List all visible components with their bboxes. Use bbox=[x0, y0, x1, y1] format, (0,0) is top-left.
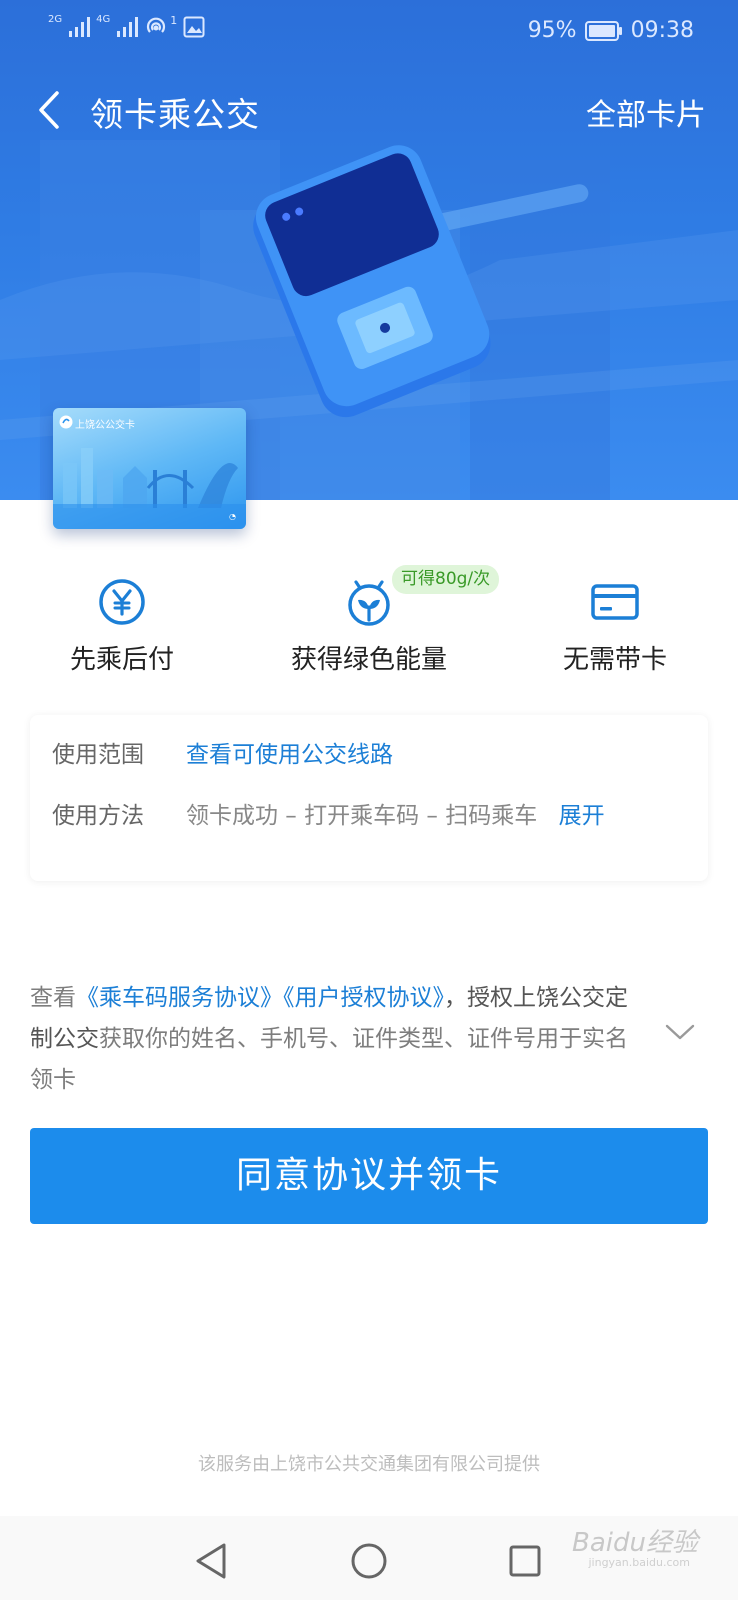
view-bus-routes-link[interactable]: 查看可使用公交线路 bbox=[186, 735, 393, 769]
hotspot-icon bbox=[147, 17, 166, 33]
status-left: 2G 4G 1 bbox=[48, 14, 205, 38]
energy-badge: 可得80g/次 bbox=[392, 565, 500, 594]
agreement-suffix: 获取你的姓名、手机号、证件类型、证件号用于实名领卡 bbox=[30, 1026, 628, 1093]
back-button[interactable] bbox=[28, 86, 68, 134]
bus-card-brand: ◔ bbox=[229, 512, 236, 521]
usage-method-label: 使用方法 bbox=[52, 803, 144, 829]
square-recents-icon bbox=[509, 1545, 541, 1577]
baidu-watermark-url: jingyan.baidu.com bbox=[588, 1556, 690, 1569]
sprout-icon bbox=[348, 580, 390, 626]
nav-bar: 领卡乘公交 全部卡片 bbox=[0, 80, 738, 140]
service-provider-note: 该服务由上饶市公共交通集团有限公司提供 bbox=[198, 1454, 540, 1475]
agree-and-claim-button[interactable]: 同意协议并领卡 bbox=[30, 1128, 708, 1224]
back-arrow-icon bbox=[39, 91, 59, 129]
feature-label: 获得绿色能量 bbox=[290, 645, 447, 675]
screen: 2G 4G 1 95% 09:38 领卡乘公交 全部卡片 上饶公公交卡 ◔ 先乘… bbox=[0, 0, 738, 1600]
credit-card-icon bbox=[591, 584, 639, 620]
chevron-down-icon bbox=[665, 1024, 695, 1040]
signal-icon bbox=[117, 17, 139, 37]
feature-pay-later: 先乘后付 bbox=[22, 575, 222, 676]
circle-home-icon bbox=[351, 1543, 387, 1579]
network-2g-label: 2G bbox=[48, 14, 63, 25]
usage-info-card: 使用范围 查看可使用公交线路 使用方法 领卡成功 – 打开乘车码 – 扫码乘车 … bbox=[30, 715, 708, 881]
battery-icon bbox=[584, 20, 622, 41]
all-cards-link[interactable]: 全部卡片 bbox=[586, 90, 706, 134]
city-skyline-graphic bbox=[53, 448, 246, 529]
agreement-prefix: 查看 bbox=[30, 985, 76, 1011]
usage-scope-label: 使用范围 bbox=[52, 742, 144, 768]
agreement-expand-button[interactable] bbox=[664, 1022, 696, 1046]
sim-badge: 1 bbox=[170, 14, 178, 27]
baidu-watermark: Baidu经验 bbox=[572, 1528, 698, 1558]
clock: 09:38 bbox=[630, 18, 694, 43]
nav-back-button[interactable] bbox=[186, 1536, 236, 1586]
usage-scope-row: 使用范围 查看可使用公交线路 bbox=[52, 735, 393, 769]
signal-icon bbox=[69, 17, 91, 37]
status-right: 95% 09:38 bbox=[528, 18, 694, 43]
status-bar: 2G 4G 1 95% 09:38 bbox=[0, 0, 738, 60]
battery-percent: 95% bbox=[527, 18, 577, 43]
network-4g-label: 4G bbox=[96, 14, 111, 25]
yuan-coin-icon bbox=[99, 579, 145, 625]
feature-label: 先乘后付 bbox=[69, 645, 174, 675]
usage-method-row: 使用方法 领卡成功 – 打开乘车码 – 扫码乘车 展开 bbox=[52, 796, 605, 830]
image-icon bbox=[183, 16, 205, 38]
feature-label: 无需带卡 bbox=[562, 645, 667, 675]
service-agreement-link[interactable]: 《乘车码服务协议》 bbox=[76, 985, 283, 1011]
page-title: 领卡乘公交 bbox=[90, 95, 260, 134]
user-auth-agreement-link[interactable]: 《用户授权协议》 bbox=[283, 985, 444, 1011]
expand-link[interactable]: 展开 bbox=[559, 803, 605, 829]
feature-no-card: 无需带卡 bbox=[515, 575, 715, 676]
agreement-middle: ，授权 bbox=[444, 985, 513, 1011]
bus-card-thumbnail: 上饶公公交卡 ◔ bbox=[53, 408, 246, 529]
nav-home-button[interactable] bbox=[344, 1536, 394, 1586]
agreement-text: 查看《乘车码服务协议》《用户授权协议》，授权上饶公交定制公交获取你的姓名、手机号… bbox=[30, 978, 650, 1101]
usage-method-steps: 领卡成功 – 打开乘车码 – 扫码乘车 展开 bbox=[186, 796, 605, 830]
usage-method-text: 领卡成功 – 打开乘车码 – 扫码乘车 bbox=[186, 803, 538, 829]
triangle-back-icon bbox=[196, 1543, 226, 1579]
nav-recents-button[interactable] bbox=[500, 1536, 550, 1586]
